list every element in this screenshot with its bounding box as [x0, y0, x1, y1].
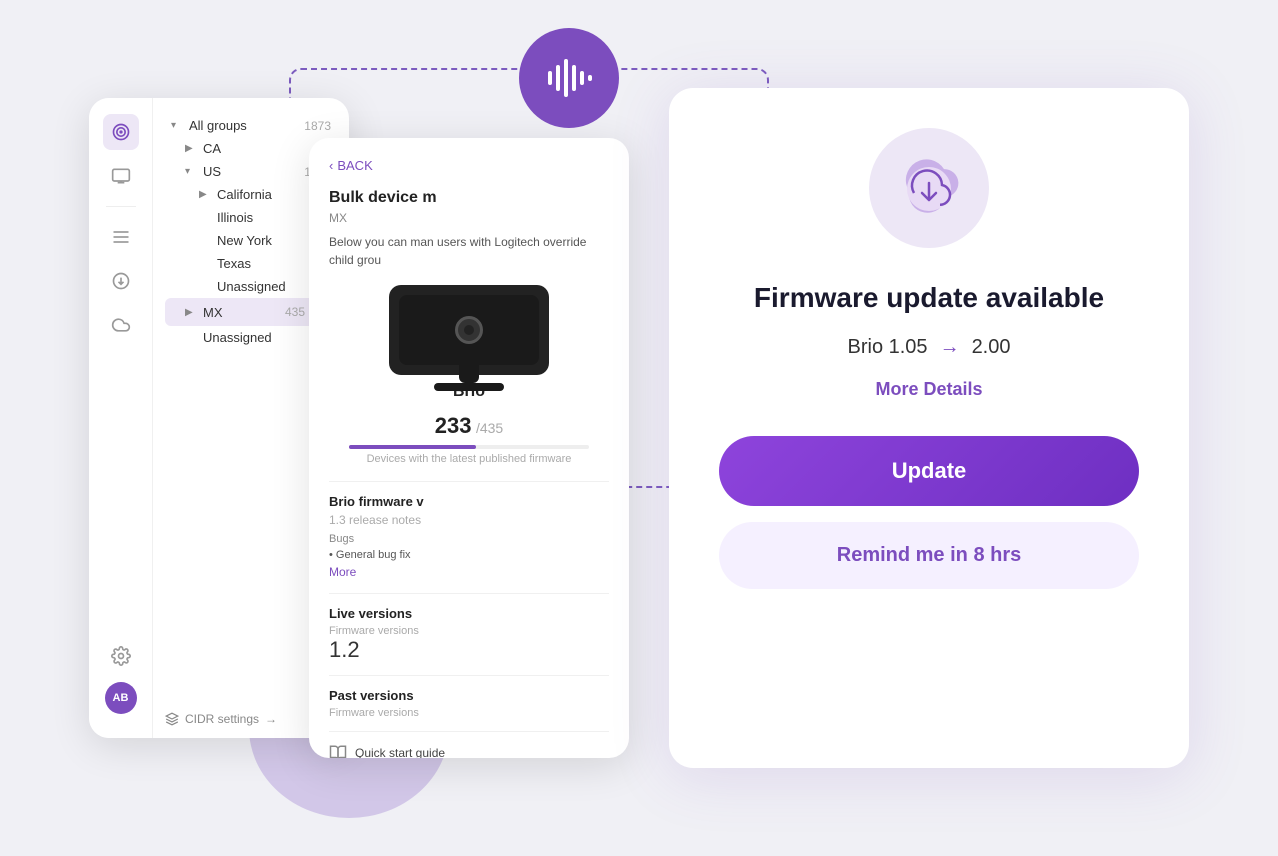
sidebar-icon-settings[interactable]	[103, 638, 139, 674]
more-link[interactable]: More	[329, 565, 356, 579]
device-image	[389, 285, 549, 375]
past-versions-section: Past versions Firmware versions	[329, 675, 609, 719]
sidebar: AB	[89, 98, 153, 738]
group-label: Unassigned	[217, 279, 318, 294]
webcam-body	[399, 295, 539, 365]
version-arrow: →	[940, 336, 960, 359]
sidebar-divider	[106, 206, 136, 207]
firmware-update-card: Firmware update available Brio 1.05 → 2.…	[669, 88, 1189, 768]
group-count: 1873	[304, 119, 331, 133]
panel-title: Bulk device m	[329, 189, 609, 207]
cidr-icon	[165, 712, 179, 726]
guide-label: Quick start guide	[355, 746, 445, 758]
brio-label: Brio 1.05	[848, 336, 928, 359]
guide-icon	[329, 744, 347, 758]
top-icon-circle	[519, 28, 619, 128]
more-details-link[interactable]: More Details	[875, 379, 982, 400]
firmware-section: Brio firmware v 1.3 release notes Bugs •…	[329, 481, 609, 581]
fw-subtitle: 1.3 release notes	[329, 513, 609, 527]
group-all-groups[interactable]: ▾ All groups 1873	[165, 114, 337, 137]
fw-version-label: Firmware versions	[329, 625, 609, 637]
past-versions-title: Past versions	[329, 688, 609, 703]
sidebar-icon-target[interactable]	[103, 114, 139, 150]
group-label: All groups	[189, 118, 304, 133]
update-button[interactable]: Update	[719, 436, 1139, 506]
count-main: 233	[435, 413, 472, 438]
panel-subtitle: MX	[329, 211, 609, 225]
sidebar-icon-cloud[interactable]	[103, 307, 139, 343]
sidebar-icon-devices[interactable]	[103, 158, 139, 194]
expand-icon: ▾	[185, 166, 199, 177]
group-label: MX	[203, 305, 285, 320]
webcam-mount	[459, 365, 479, 383]
to-version-label: 2.00	[972, 336, 1011, 359]
progress-fill	[349, 445, 476, 449]
cidr-arrow: →	[265, 712, 277, 726]
group-label: US	[203, 164, 304, 179]
expand-icon: ▾	[171, 120, 185, 131]
firmware-update-title: Firmware update available	[754, 280, 1104, 316]
group-label: California	[217, 187, 311, 202]
back-chevron-icon: ‹	[329, 158, 333, 173]
live-versions-section: Live versions Firmware versions 1.2	[329, 593, 609, 663]
live-versions-title: Live versions	[329, 606, 609, 621]
webcam-base	[434, 383, 504, 391]
panel-description: Below you can man users with Logitech ov…	[329, 233, 609, 269]
group-label: Texas	[217, 256, 318, 271]
fw-bug-item: • General bug fix	[329, 549, 609, 561]
sidebar-bottom: AB	[103, 638, 139, 722]
group-label: New York	[217, 233, 318, 248]
progress-bar	[349, 445, 589, 449]
sound-wave-icon	[544, 53, 594, 103]
expand-icon: ▶	[185, 143, 199, 154]
group-label: Unassigned	[203, 330, 318, 345]
group-label: CA	[203, 141, 311, 156]
back-link[interactable]: ‹ BACK	[329, 158, 609, 173]
count-total: /435	[476, 420, 503, 436]
middle-panel: ‹ BACK Bulk device m MX Below you can ma…	[309, 138, 629, 758]
cidr-label: CIDR settings	[185, 712, 259, 726]
user-avatar[interactable]: AB	[105, 682, 137, 714]
sidebar-icon-list[interactable]	[103, 219, 139, 255]
devices-label: Devices with the latest published firmwa…	[329, 453, 609, 465]
fw-bugs-title: Bugs	[329, 533, 609, 545]
past-fw-label: Firmware versions	[329, 707, 609, 719]
sidebar-icon-download[interactable]	[103, 263, 139, 299]
firmware-version-info: Brio 1.05 → 2.00	[848, 336, 1011, 359]
expand-icon: ▶	[199, 189, 213, 200]
quick-links: Quick start guide Setup video Product su…	[329, 731, 609, 758]
device-count: 233 /435	[329, 413, 609, 439]
webcam-lens	[455, 316, 483, 344]
expand-icon: ▶	[185, 307, 199, 318]
quick-link-guide[interactable]: Quick start guide	[329, 744, 609, 758]
scene: AB ▾ All groups 1873 ▶ CA 470 ▾ US 1283 …	[89, 38, 1189, 818]
group-count: 435	[285, 305, 305, 319]
firmware-icon-circle	[869, 128, 989, 248]
remind-button[interactable]: Remind me in 8 hrs	[719, 522, 1139, 589]
cloud-download-icon	[894, 153, 964, 223]
fw-title: Brio firmware v	[329, 494, 609, 509]
back-label: BACK	[337, 158, 372, 173]
fw-version-value: 1.2	[329, 637, 609, 663]
